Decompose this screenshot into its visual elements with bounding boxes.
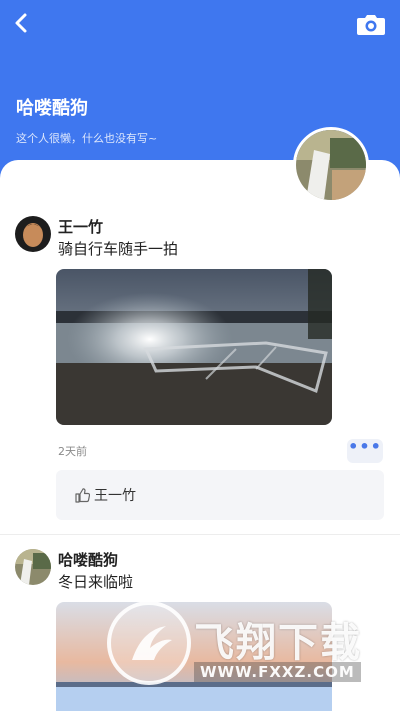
chevron-left-icon	[15, 13, 27, 33]
avatar-image	[15, 216, 51, 252]
post-photo[interactable]	[56, 269, 332, 425]
post-text: 骑自行车随手一拍	[58, 240, 179, 258]
camera-icon	[357, 15, 385, 35]
camera-button[interactable]	[356, 10, 386, 38]
back-button[interactable]	[8, 8, 36, 38]
post-author-name[interactable]: 哈喽酷狗	[58, 549, 118, 570]
watermark-url: WWW.FXXZ.COM	[194, 662, 361, 682]
profile-avatar-image	[296, 130, 366, 200]
more-icon: •••	[348, 437, 382, 456]
profile-name: 哈喽酷狗	[16, 98, 88, 119]
watermark-logo-icon	[107, 601, 191, 685]
profile-bio: 这个人很懒，什么也没有写~	[16, 132, 158, 145]
like-user-name[interactable]: 王一竹	[94, 485, 136, 505]
post-author-avatar[interactable]	[15, 549, 51, 585]
post-divider	[0, 534, 400, 535]
post-author-name[interactable]: 王一竹	[58, 216, 103, 237]
post-author-avatar[interactable]	[15, 216, 51, 252]
thumbs-up-icon	[75, 488, 90, 503]
more-options-button[interactable]: •••	[347, 439, 383, 463]
post-photo-image	[56, 269, 332, 425]
post-text: 冬日来临啦	[58, 573, 134, 591]
avatar-image	[15, 549, 51, 585]
watermark: 飞翔下载 WWW.FXXZ.COM	[100, 596, 390, 692]
post-time: 2天前	[58, 445, 87, 458]
profile-avatar[interactable]	[293, 127, 369, 203]
watermark-title: 飞翔下载	[194, 620, 362, 666]
likes-box: 王一竹	[56, 470, 384, 520]
